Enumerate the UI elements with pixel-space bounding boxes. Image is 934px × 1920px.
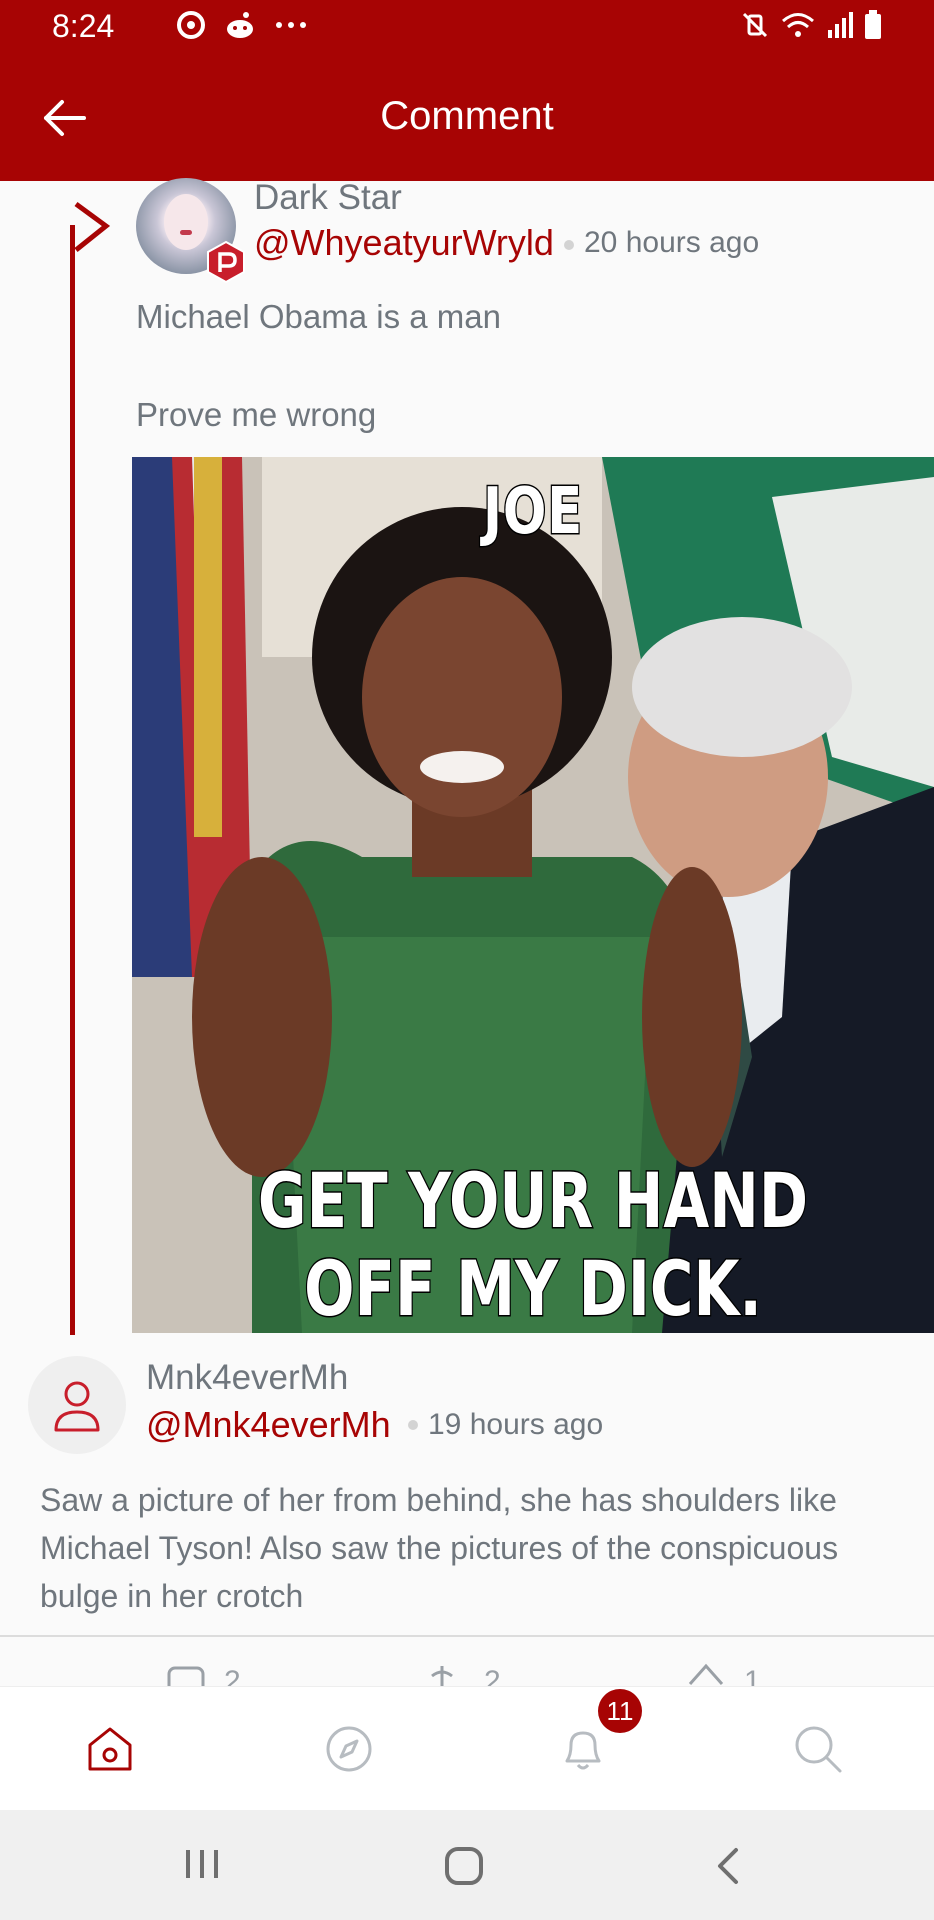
author-name[interactable]: Mnk4everMh xyxy=(146,1358,348,1398)
echo-count: 2 xyxy=(484,1665,501,1686)
reddit-icon xyxy=(227,12,253,38)
notifications-icon[interactable] xyxy=(557,1723,609,1775)
meme-caption-bottom-line-2: OFF MY DICK. xyxy=(303,1243,763,1333)
notification-badge: 11 xyxy=(598,1689,642,1733)
echo-action[interactable]: 2 xyxy=(426,1662,501,1686)
mute-vibrate-icon xyxy=(742,12,768,38)
avatar-lips xyxy=(180,230,192,235)
comment-icon xyxy=(167,1666,205,1686)
status-right-icons xyxy=(740,10,882,40)
echo-icon xyxy=(431,1666,453,1686)
upvote-action[interactable]: 1 xyxy=(686,1662,761,1686)
separator-dot xyxy=(408,1420,418,1430)
wifi-icon xyxy=(782,13,814,37)
back-icon[interactable] xyxy=(712,1846,742,1886)
chrome-icon xyxy=(177,11,205,39)
author-handle[interactable]: @Mnk4everMh xyxy=(146,1404,391,1446)
battery-icon xyxy=(865,10,881,39)
parler-badge-icon xyxy=(207,240,245,284)
upvote-count: 1 xyxy=(744,1665,761,1686)
meme-caption-bottom-line-1: GET YOUR HAND xyxy=(257,1155,810,1246)
status-left-icons xyxy=(176,10,308,40)
meme-caption-bottom: GET YOUR HAND OFF MY DICK. xyxy=(220,1155,846,1333)
post-image[interactable]: JOE GET YOUR HAND OFF MY DICK. xyxy=(132,457,934,1333)
comment-time: 19 hours ago xyxy=(428,1408,604,1441)
avatar[interactable] xyxy=(28,1356,126,1454)
thread-line xyxy=(70,225,75,1335)
page-title: Comment xyxy=(380,94,554,138)
post-text-line-1: Michael Obama is a man xyxy=(136,298,501,335)
post-time: 20 hours ago xyxy=(584,226,760,259)
system-nav xyxy=(0,1810,934,1920)
thread-chevron-icon xyxy=(74,201,110,252)
upvote-icon xyxy=(688,1663,724,1685)
bottom-nav xyxy=(0,1686,934,1810)
post-text-line-2: Prove me wrong xyxy=(136,396,377,433)
separator-dot xyxy=(564,240,574,250)
home-icon[interactable] xyxy=(84,1723,136,1775)
author-name[interactable]: Dark Star xyxy=(254,178,402,218)
author-handle[interactable]: @WhyeatyurWryld xyxy=(254,222,554,264)
app-header: 8:24 Comment xyxy=(0,0,934,181)
signal-icon xyxy=(828,12,853,38)
comment-body: Saw a picture of her from behind, she ha… xyxy=(40,1482,839,1614)
comment-count: 2 xyxy=(224,1665,241,1686)
search-icon[interactable] xyxy=(792,1723,844,1775)
meme-caption-top: JOE xyxy=(482,474,584,551)
discover-icon[interactable] xyxy=(323,1723,375,1775)
recents-icon[interactable] xyxy=(182,1846,222,1882)
avatar-face xyxy=(164,194,208,250)
user-icon xyxy=(54,1381,100,1432)
comment-action[interactable]: 2 xyxy=(166,1662,241,1686)
home-button-icon[interactable] xyxy=(444,1846,484,1886)
divider xyxy=(0,1635,934,1637)
status-time: 8:24 xyxy=(52,8,115,44)
more-dots-icon xyxy=(276,22,306,28)
